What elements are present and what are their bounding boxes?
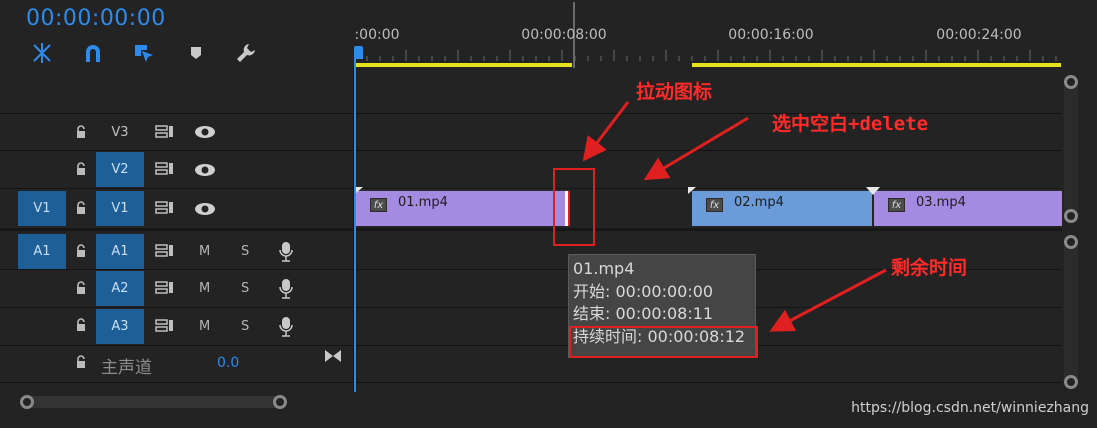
arrow-to-duration: [769, 268, 887, 332]
annotation-arrows: [582, 101, 887, 332]
horizontal-scrollbar[interactable]: [20, 396, 286, 408]
watermark-text: https://blog.csdn.net/winniezhang: [851, 400, 1089, 416]
arrow-to-trim-handle: [582, 101, 630, 162]
scroll-knob[interactable]: [1064, 75, 1078, 89]
scroll-knob[interactable]: [20, 395, 34, 409]
arrow-to-gap: [643, 116, 749, 181]
scroll-knob[interactable]: [1064, 209, 1078, 223]
scroll-knob[interactable]: [273, 395, 287, 409]
video-vertical-scrollbar[interactable]: [1064, 75, 1078, 222]
audio-vertical-scrollbar[interactable]: [1064, 235, 1078, 387]
scroll-knob[interactable]: [1064, 375, 1078, 389]
scroll-knob[interactable]: [1064, 235, 1078, 249]
